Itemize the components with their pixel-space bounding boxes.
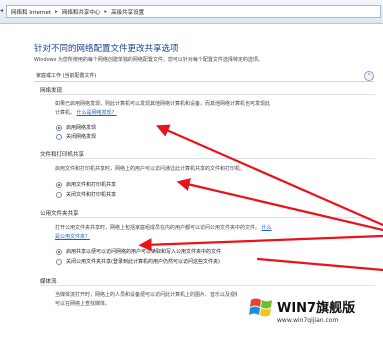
windows-flag-icon [249, 298, 272, 317]
arrow-to-public-folder-1 [138, 234, 383, 252]
watermark-logo: WIN7旗舰版 www.win7qijian.com [237, 287, 383, 340]
watermark-url: www.win7qijian.com [277, 317, 339, 324]
arrow-to-discovery [155, 124, 383, 227]
arrow-to-public-folder-2 [256, 257, 383, 272]
arrow-to-file-printer [176, 178, 383, 232]
watermark-title: WIN7旗舰版 [277, 301, 356, 316]
